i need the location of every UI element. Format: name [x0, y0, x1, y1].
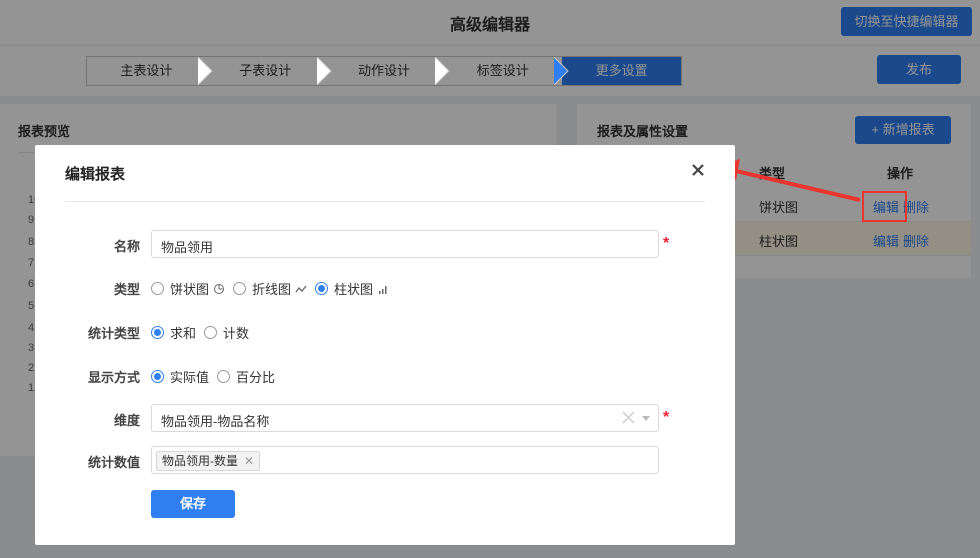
close-icon[interactable] — [689, 161, 707, 179]
dimension-label: 维度 — [113, 413, 140, 428]
measure-label: 统计数值 — [87, 455, 140, 470]
display-mode-label: 显示方式 — [87, 370, 140, 385]
tag-remove-icon[interactable]: ✕ — [244, 452, 254, 470]
dimension-select-value: 物品领用-物品名称 — [161, 414, 270, 429]
radio-count[interactable]: 计数 — [204, 323, 249, 342]
radio-bar-chart[interactable]: 柱状图 — [315, 279, 389, 298]
radio-percentage[interactable]: 百分比 — [217, 367, 275, 386]
required-mark: * — [663, 409, 670, 426]
chart-type-radio-group: 饼状图 折线图 柱状图 — [151, 279, 397, 298]
required-mark: * — [663, 235, 670, 252]
step-separator-icon — [435, 57, 451, 85]
display-mode-radio-group: 实际值 百分比 — [151, 367, 283, 386]
radio-pie-chart[interactable]: 饼状图 — [151, 279, 225, 298]
pie-chart-icon — [214, 283, 225, 294]
dialog-title: 编辑报表 — [65, 166, 126, 183]
clear-icon[interactable] — [622, 411, 635, 424]
radio-line-chart[interactable]: 折线图 — [233, 279, 307, 298]
radio-sum[interactable]: 求和 — [151, 323, 196, 342]
line-chart-icon — [295, 285, 307, 292]
type-label: 类型 — [113, 282, 140, 297]
name-input-value: 物品领用 — [161, 240, 214, 255]
name-label: 名称 — [113, 239, 140, 254]
radio-actual-value[interactable]: 实际值 — [151, 367, 209, 386]
step-separator-icon — [554, 57, 569, 85]
chevron-down-icon[interactable] — [642, 416, 650, 421]
stat-type-radio-group: 求和 计数 — [151, 323, 257, 342]
measure-tag: 物品领用-数量 ✕ — [156, 451, 261, 471]
measure-multiselect[interactable]: 物品领用-数量 ✕ — [151, 446, 659, 474]
radio-circle-checked — [151, 370, 164, 383]
dimension-select[interactable]: 物品领用-物品名称 — [151, 404, 659, 432]
step-separator-icon — [316, 57, 332, 85]
edit-report-dialog: 编辑报表 名称 物品领用 * 类型 饼状图 折线图 柱状图 统计类型 求和 计数… — [35, 145, 735, 545]
stat-type-label: 统计类型 — [87, 326, 140, 341]
save-button[interactable]: 保存 — [151, 490, 235, 518]
bar-chart-icon — [379, 285, 387, 294]
radio-circle-checked — [151, 326, 164, 339]
divider — [65, 201, 705, 202]
radio-circle — [233, 282, 247, 295]
radio-circle-checked — [315, 282, 329, 295]
name-input[interactable]: 物品领用 — [151, 230, 659, 258]
radio-circle — [204, 326, 218, 339]
step-separator-icon — [197, 57, 213, 85]
radio-circle — [151, 282, 164, 295]
radio-circle — [217, 370, 231, 383]
